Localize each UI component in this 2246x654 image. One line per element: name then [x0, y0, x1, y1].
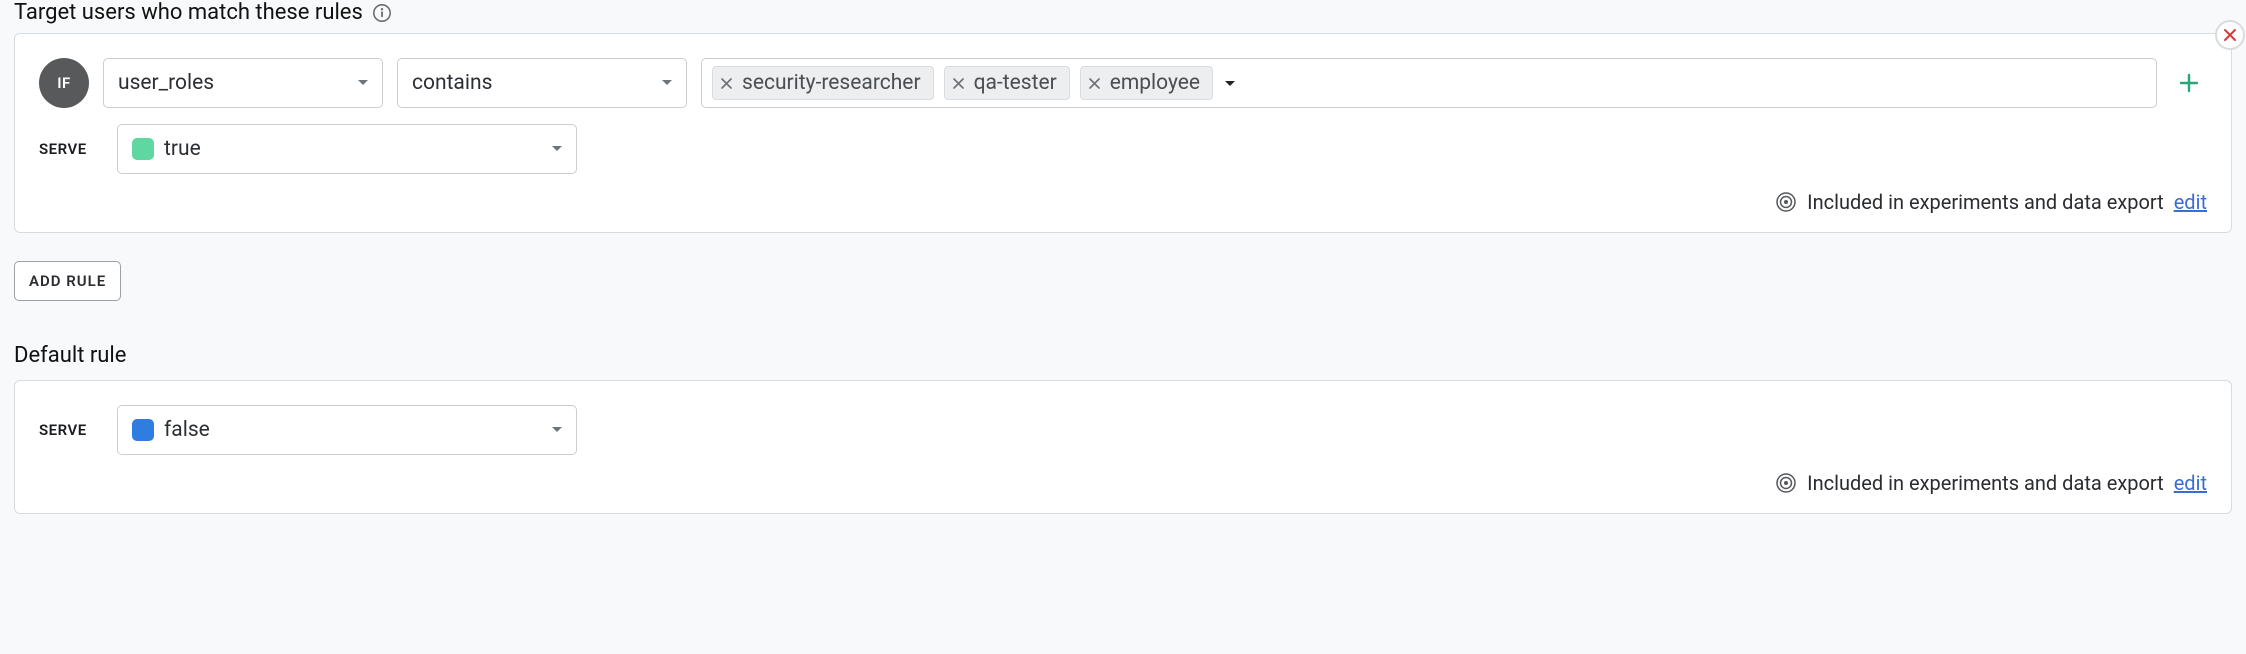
default-serve-value: false	[164, 418, 210, 442]
serve-select-value: true	[164, 137, 201, 161]
chevron-down-icon	[550, 137, 564, 161]
experiment-inclusion-text: Included in experiments and data export	[1807, 471, 2164, 495]
remove-value-icon[interactable]	[721, 71, 732, 95]
remove-value-icon[interactable]	[953, 71, 964, 95]
value-chip: employee	[1080, 66, 1213, 100]
rule-card: IF user_roles contains security-research…	[14, 33, 2232, 233]
add-rule-button[interactable]: ADD RULE	[14, 261, 121, 301]
value-chip-label: qa-tester	[974, 71, 1057, 95]
target-icon	[1775, 191, 1797, 213]
serve-swatch	[132, 419, 154, 441]
default-rule-title: Default rule	[14, 343, 2232, 368]
target-icon	[1775, 472, 1797, 494]
value-chip: qa-tester	[944, 66, 1070, 100]
remove-rule-button[interactable]	[2215, 20, 2245, 50]
operator-select[interactable]: contains	[397, 58, 687, 108]
serve-swatch	[132, 138, 154, 160]
operator-select-value: contains	[412, 71, 492, 95]
value-chip-label: security-researcher	[742, 71, 921, 95]
add-clause-button[interactable]	[2171, 65, 2207, 101]
close-icon	[2222, 27, 2238, 43]
experiment-inclusion-text: Included in experiments and data export	[1807, 190, 2164, 214]
chevron-down-icon	[1223, 71, 1237, 95]
chevron-down-icon	[660, 71, 674, 95]
targeting-rules-title: Target users who match these rules	[14, 0, 363, 25]
edit-experiment-link[interactable]: edit	[2174, 471, 2207, 495]
serve-select[interactable]: true	[117, 124, 577, 174]
info-icon[interactable]	[371, 2, 393, 24]
attribute-select-value: user_roles	[118, 71, 214, 95]
attribute-select[interactable]: user_roles	[103, 58, 383, 108]
serve-label: SERVE	[39, 140, 103, 158]
default-serve-select[interactable]: false	[117, 405, 577, 455]
chevron-down-icon	[550, 418, 564, 442]
remove-value-icon[interactable]	[1089, 71, 1100, 95]
value-chip: security-researcher	[712, 66, 934, 100]
default-rule-card: SERVE false Included in experiments and …	[14, 380, 2232, 514]
value-chip-label: employee	[1110, 71, 1200, 95]
if-badge: IF	[39, 58, 89, 108]
edit-experiment-link[interactable]: edit	[2174, 190, 2207, 214]
chevron-down-icon	[356, 71, 370, 95]
plus-icon	[2178, 72, 2200, 94]
serve-label: SERVE	[39, 421, 103, 439]
values-input[interactable]: security-researcher qa-tester employee	[701, 58, 2157, 108]
